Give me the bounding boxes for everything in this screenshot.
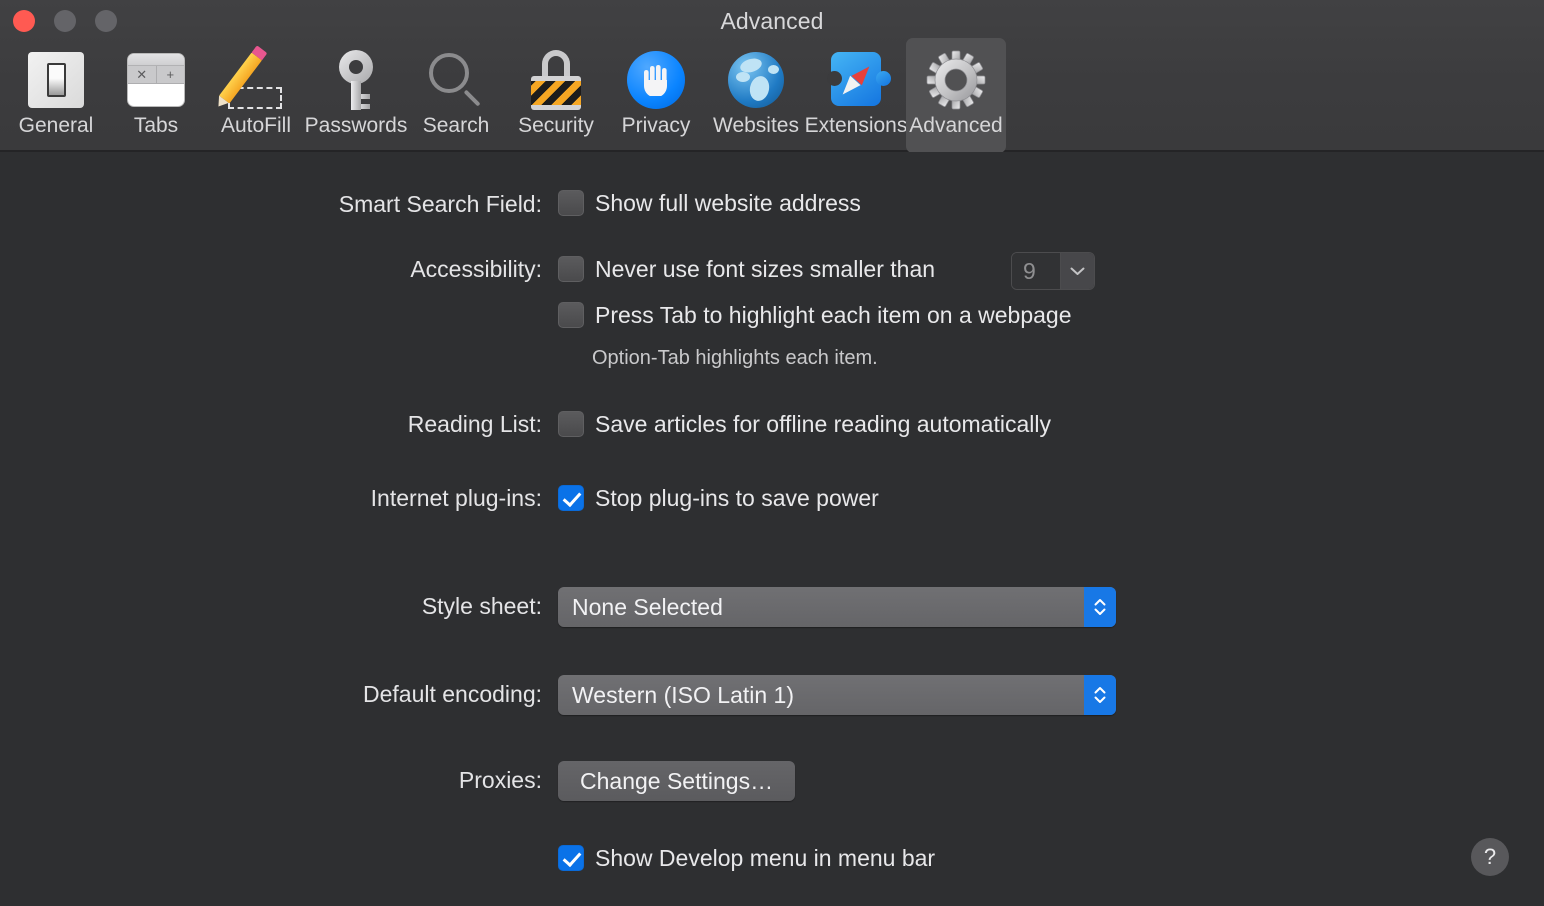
preferences-tabbar: General ✕+ Tabs [6,38,1006,153]
tab-label-websites: Websites [713,115,799,136]
hand-icon [627,47,685,113]
tab-websites[interactable]: Websites [706,38,806,153]
key-icon [333,47,379,113]
chevron-down-icon[interactable] [1060,253,1094,289]
label-default-encoding: Default encoding: [363,683,542,706]
tab-label-search: Search [423,115,490,136]
checkbox-box-press-tab[interactable] [558,302,584,328]
label-internet-plugins: Internet plug-ins: [371,487,542,510]
advanced-settings-pane: Smart Search Field: Show full website ad… [0,152,1544,906]
tab-label-extensions: Extensions [805,115,908,136]
window-title: Advanced [0,8,1544,35]
change-settings-button[interactable]: Change Settings… [558,761,795,801]
hint-option-tab: Option-Tab highlights each item. [592,348,878,368]
label-style-sheet: Style sheet: [422,595,542,618]
preferences-toolbar: Advanced General ✕+ Tabs [0,0,1544,152]
checkbox-show-full-website-address[interactable]: Show full website address [558,190,861,216]
label-smart-search-field: Smart Search Field: [339,193,542,216]
tab-security[interactable]: Security [506,38,606,153]
checkbox-label-develop-menu: Show Develop menu in menu bar [595,847,935,870]
tab-privacy[interactable]: Privacy [606,38,706,153]
tab-label-advanced: Advanced [909,115,1002,136]
tab-general[interactable]: General [6,38,106,153]
padlock-icon [530,47,582,113]
general-switch-icon [28,47,84,113]
browser-tabs-icon: ✕+ [127,47,185,113]
tab-search[interactable]: Search [406,38,506,153]
tab-label-autofill: AutoFill [221,115,291,136]
checkbox-press-tab-to-highlight[interactable]: Press Tab to highlight each item on a we… [558,302,1072,328]
gear-icon [926,47,986,113]
checkbox-box-save-offline[interactable] [558,411,584,437]
min-font-size-combobox[interactable]: 9 [1011,252,1095,290]
tab-tabs[interactable]: ✕+ Tabs [106,38,206,153]
tab-autofill[interactable]: AutoFill [206,38,306,153]
checkbox-label-show-full-address: Show full website address [595,192,861,215]
tab-label-privacy: Privacy [622,115,691,136]
checkbox-label-min-font-size: Never use font sizes smaller than [595,258,935,281]
preferences-window: Advanced General ✕+ Tabs [0,0,1544,906]
magnifier-icon [427,47,485,113]
checkbox-show-develop-menu[interactable]: Show Develop menu in menu bar [558,845,935,871]
label-proxies: Proxies: [459,769,542,792]
style-sheet-popup-button[interactable]: None Selected [558,587,1116,627]
tab-passwords[interactable]: Passwords [306,38,406,153]
style-sheet-value: None Selected [558,594,1084,621]
help-button[interactable]: ? [1471,838,1509,876]
tab-label-tabs: Tabs [134,115,178,136]
checkbox-label-save-offline: Save articles for offline reading automa… [595,413,1051,436]
default-encoding-popup-button[interactable]: Western (ISO Latin 1) [558,675,1116,715]
chevron-up-down-icon[interactable] [1084,675,1116,715]
globe-icon [728,47,784,113]
checkbox-stop-plugins-save-power[interactable]: Stop plug-ins to save power [558,485,879,511]
default-encoding-value: Western (ISO Latin 1) [558,682,1084,709]
label-accessibility: Accessibility: [410,258,542,281]
tab-label-general: General [19,115,94,136]
checkbox-box-min-font-size[interactable] [558,256,584,282]
tab-extensions[interactable]: Extensions [806,38,906,153]
pencil-icon [224,47,288,113]
checkbox-save-articles-offline[interactable]: Save articles for offline reading automa… [558,411,1051,437]
chevron-up-down-icon[interactable] [1084,587,1116,627]
checkbox-box-show-full-address[interactable] [558,190,584,216]
label-reading-list: Reading List: [408,413,542,436]
checkbox-box-stop-plugins[interactable] [558,485,584,511]
checkbox-label-stop-plugins: Stop plug-ins to save power [595,487,879,510]
tab-advanced[interactable]: Advanced [906,38,1006,153]
min-font-size-value[interactable]: 9 [1012,253,1060,289]
checkbox-label-press-tab: Press Tab to highlight each item on a we… [595,304,1072,327]
puzzle-compass-icon [828,47,884,113]
tab-label-passwords: Passwords [305,115,408,136]
checkbox-box-develop-menu[interactable] [558,845,584,871]
checkbox-never-use-font-sizes-smaller-than[interactable]: Never use font sizes smaller than [558,256,935,282]
tab-label-security: Security [518,115,594,136]
